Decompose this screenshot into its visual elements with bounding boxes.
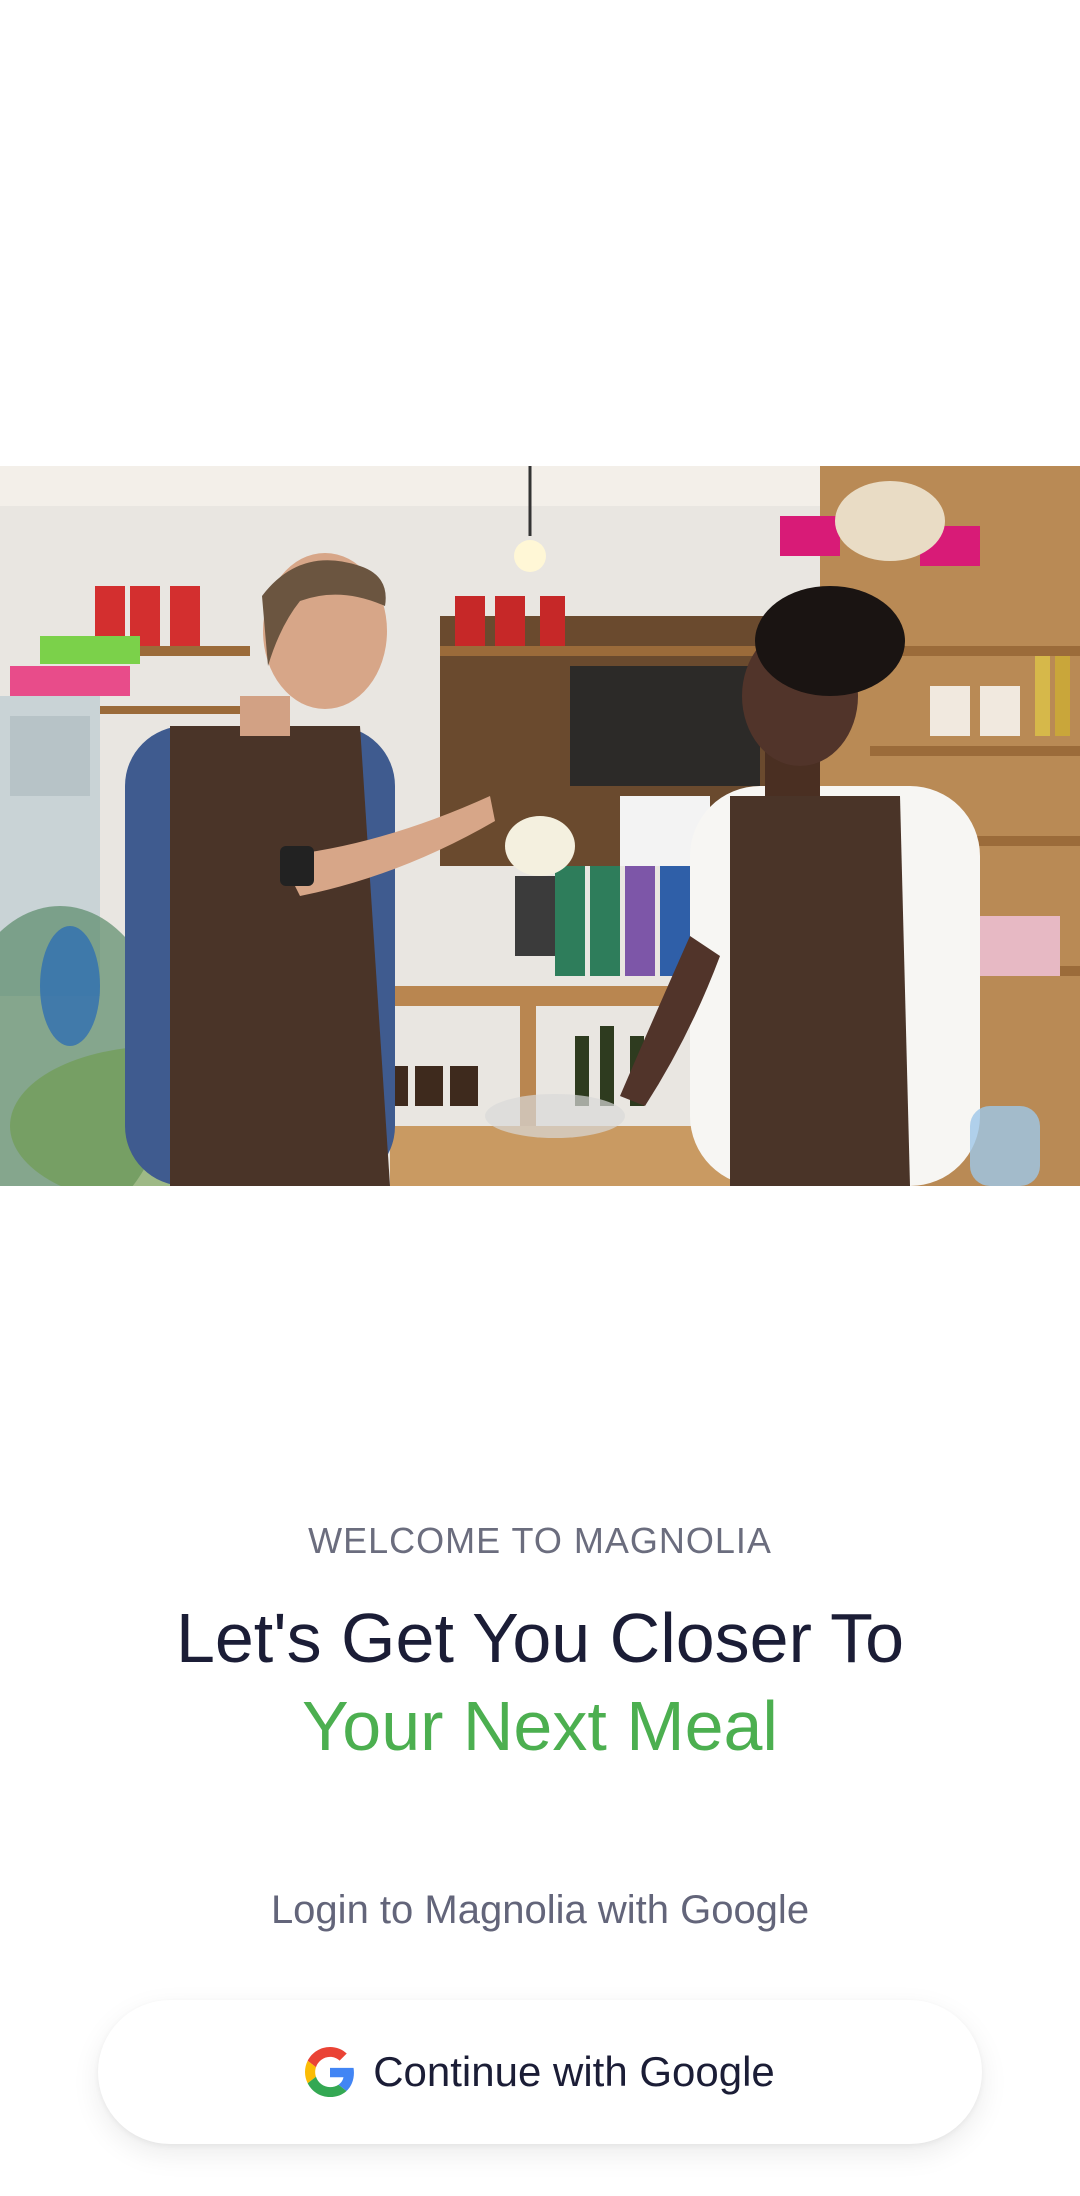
login-prompt: Login to Magnolia with Google xyxy=(270,1888,810,1932)
headline-line-1: Let's Get You Closer To xyxy=(175,1599,905,1677)
headline: Let's Get You Closer To Your Next Meal xyxy=(0,1594,1080,1770)
hero-image xyxy=(0,466,1080,1186)
welcome-eyebrow: WELCOME TO MAGNOLIA xyxy=(308,1520,772,1561)
shop-illustration xyxy=(0,466,1080,1186)
google-icon xyxy=(305,2047,355,2097)
continue-with-google-button[interactable]: Continue with Google xyxy=(98,2000,982,2144)
headline-line-2: Your Next Meal xyxy=(302,1687,778,1765)
continue-with-google-label: Continue with Google xyxy=(373,2048,775,2095)
